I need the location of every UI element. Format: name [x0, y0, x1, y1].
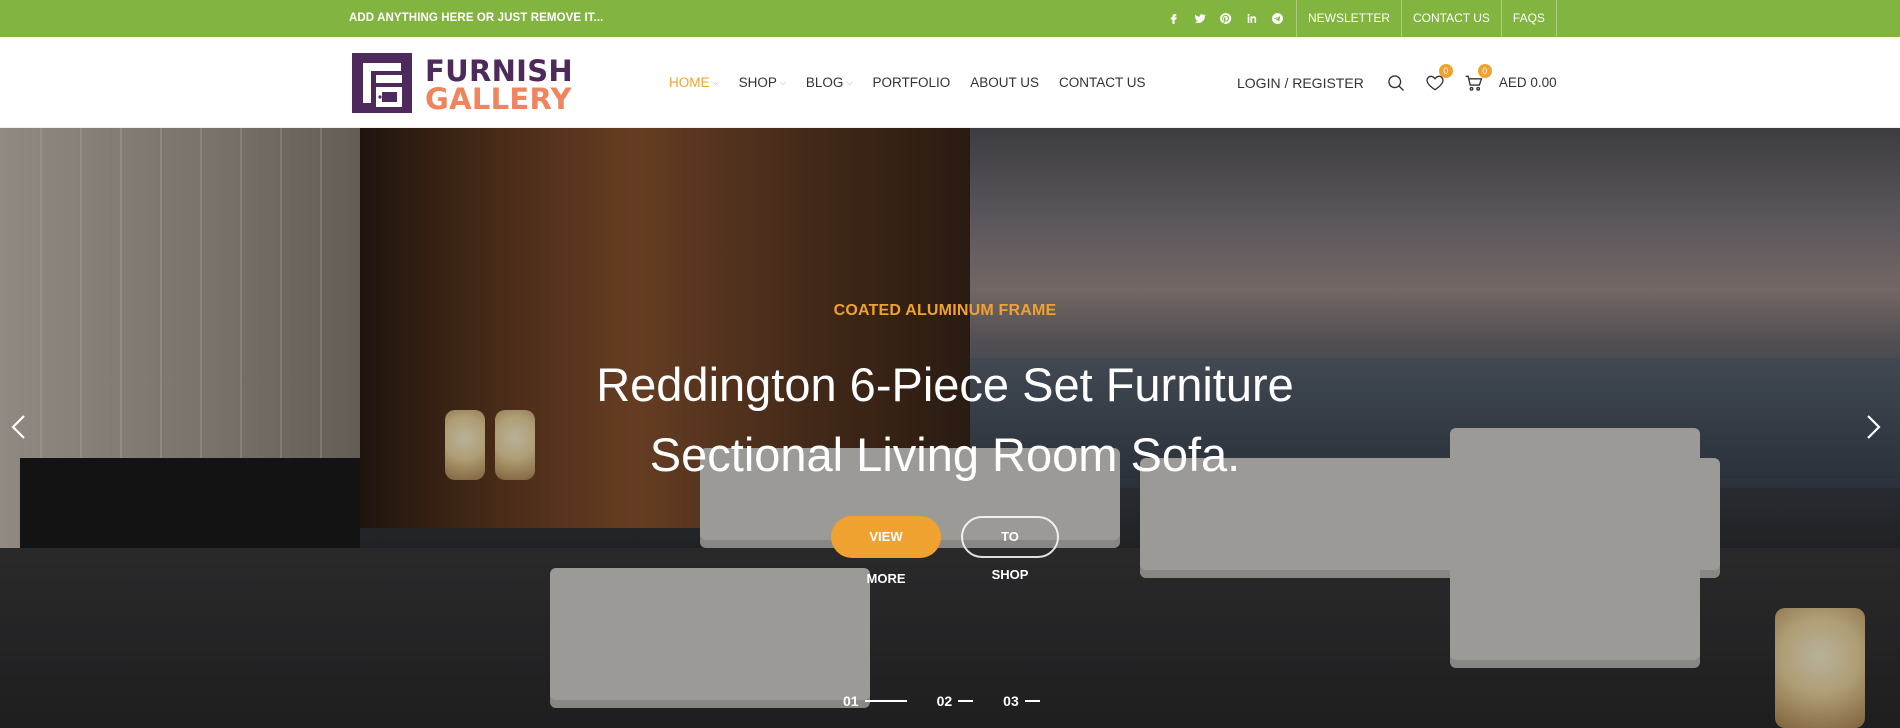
nav-about-us[interactable]: ABOUT US	[970, 75, 1039, 90]
site-logo[interactable]: FURNISH GALLERY	[352, 53, 573, 116]
hero-content: COATED ALUMINUM FRAME Reddington 6-Piece…	[0, 128, 1900, 728]
main-nav: HOME ⌵ SHOP ⌵ BLOG ⌵ PORTFOLIO ABOUT US CON…	[669, 37, 1166, 128]
top-links: NEWSLETTER CONTACT US FAQS	[1296, 0, 1557, 37]
chevron-down-icon: ⌵	[779, 77, 786, 87]
social-links	[1166, 0, 1284, 37]
twitter-icon[interactable]	[1192, 12, 1206, 26]
wishlist-button[interactable]: 0	[1423, 63, 1453, 95]
nav-contact-us[interactable]: CONTACT US	[1059, 75, 1146, 90]
logo-mark-icon	[352, 53, 412, 113]
header-actions: LOGIN / REGISTER 0 0 AED 0.00	[1237, 37, 1557, 128]
nav-blog-label: BLOG	[805, 75, 844, 90]
contact-us-link[interactable]: CONTACT US	[1401, 0, 1501, 37]
hero-subtitle: COATED ALUMINUM FRAME	[833, 302, 1057, 319]
nav-home[interactable]: HOME ⌵	[669, 75, 719, 90]
slide-dot-label: 03	[1003, 693, 1019, 709]
newsletter-link[interactable]: NEWSLETTER	[1296, 0, 1401, 37]
cart-button[interactable]: 0	[1462, 63, 1492, 95]
search-icon	[1388, 74, 1404, 91]
site-header: FURNISH GALLERY HOME ⌵ SHOP ⌵ BLOG ⌵ PORTFO…	[0, 37, 1900, 128]
nav-portfolio-label: PORTFOLIO	[872, 75, 951, 90]
slider-next-button[interactable]	[1858, 412, 1888, 442]
view-more-button[interactable]: VIEW MORE	[831, 516, 941, 586]
slide-dot-2[interactable]: 02	[937, 693, 974, 709]
linkedin-icon[interactable]	[1244, 12, 1258, 26]
hero-title: Reddington 6-Piece Set Furniture Section…	[0, 350, 1890, 490]
wishlist-count-badge: 0	[1438, 63, 1453, 78]
top-bar: ADD ANYTHING HERE OR JUST REMOVE IT... N…	[0, 0, 1900, 37]
slide-dot-label: 01	[843, 693, 859, 709]
nav-contact-us-label: CONTACT US	[1059, 75, 1146, 90]
faqs-link[interactable]: FAQS	[1500, 0, 1557, 37]
nav-shop-label: SHOP	[738, 75, 777, 90]
nav-blog[interactable]: BLOG ⌵	[806, 75, 853, 90]
nav-home-label: HOME	[669, 75, 710, 90]
cart-count-badge: 0	[1477, 63, 1492, 78]
chevron-right-icon	[1867, 415, 1881, 439]
slider-prev-button[interactable]	[4, 412, 34, 442]
promo-text: ADD ANYTHING HERE OR JUST REMOVE IT...	[349, 12, 604, 24]
facebook-icon[interactable]	[1166, 12, 1180, 26]
slider-pagination: 01 02 03	[843, 693, 1040, 709]
to-shop-button[interactable]: TO SHOP	[961, 516, 1059, 582]
slide-dot-label: 02	[936, 693, 953, 709]
chevron-down-icon: ⌵	[712, 77, 719, 87]
nav-shop[interactable]: SHOP ⌵	[739, 75, 786, 90]
slide-dot-1[interactable]: 01	[843, 693, 907, 709]
pinterest-icon[interactable]	[1218, 12, 1232, 26]
cart-total[interactable]: AED 0.00	[1499, 75, 1557, 90]
telegram-icon[interactable]	[1270, 12, 1284, 26]
hero-slider: COATED ALUMINUM FRAME Reddington 6-Piece…	[0, 128, 1900, 728]
login-register-link[interactable]: LOGIN / REGISTER	[1237, 75, 1364, 91]
hero-buttons: VIEW MORE TO SHOP	[831, 516, 1059, 586]
nav-portfolio[interactable]: PORTFOLIO	[873, 75, 951, 90]
hero-title-line: Reddington 6-Piece Set Furniture	[596, 358, 1294, 411]
search-button[interactable]	[1384, 71, 1408, 95]
nav-about-us-label: ABOUT US	[970, 75, 1040, 90]
logo-text-gallery: GALLERY	[425, 82, 572, 116]
chevron-left-icon	[11, 415, 25, 439]
chevron-down-icon: ⌵	[846, 77, 853, 87]
slide-dot-3[interactable]: 03	[1003, 693, 1040, 709]
hero-title-line: Sectional Living Room Sofa.	[649, 428, 1241, 481]
